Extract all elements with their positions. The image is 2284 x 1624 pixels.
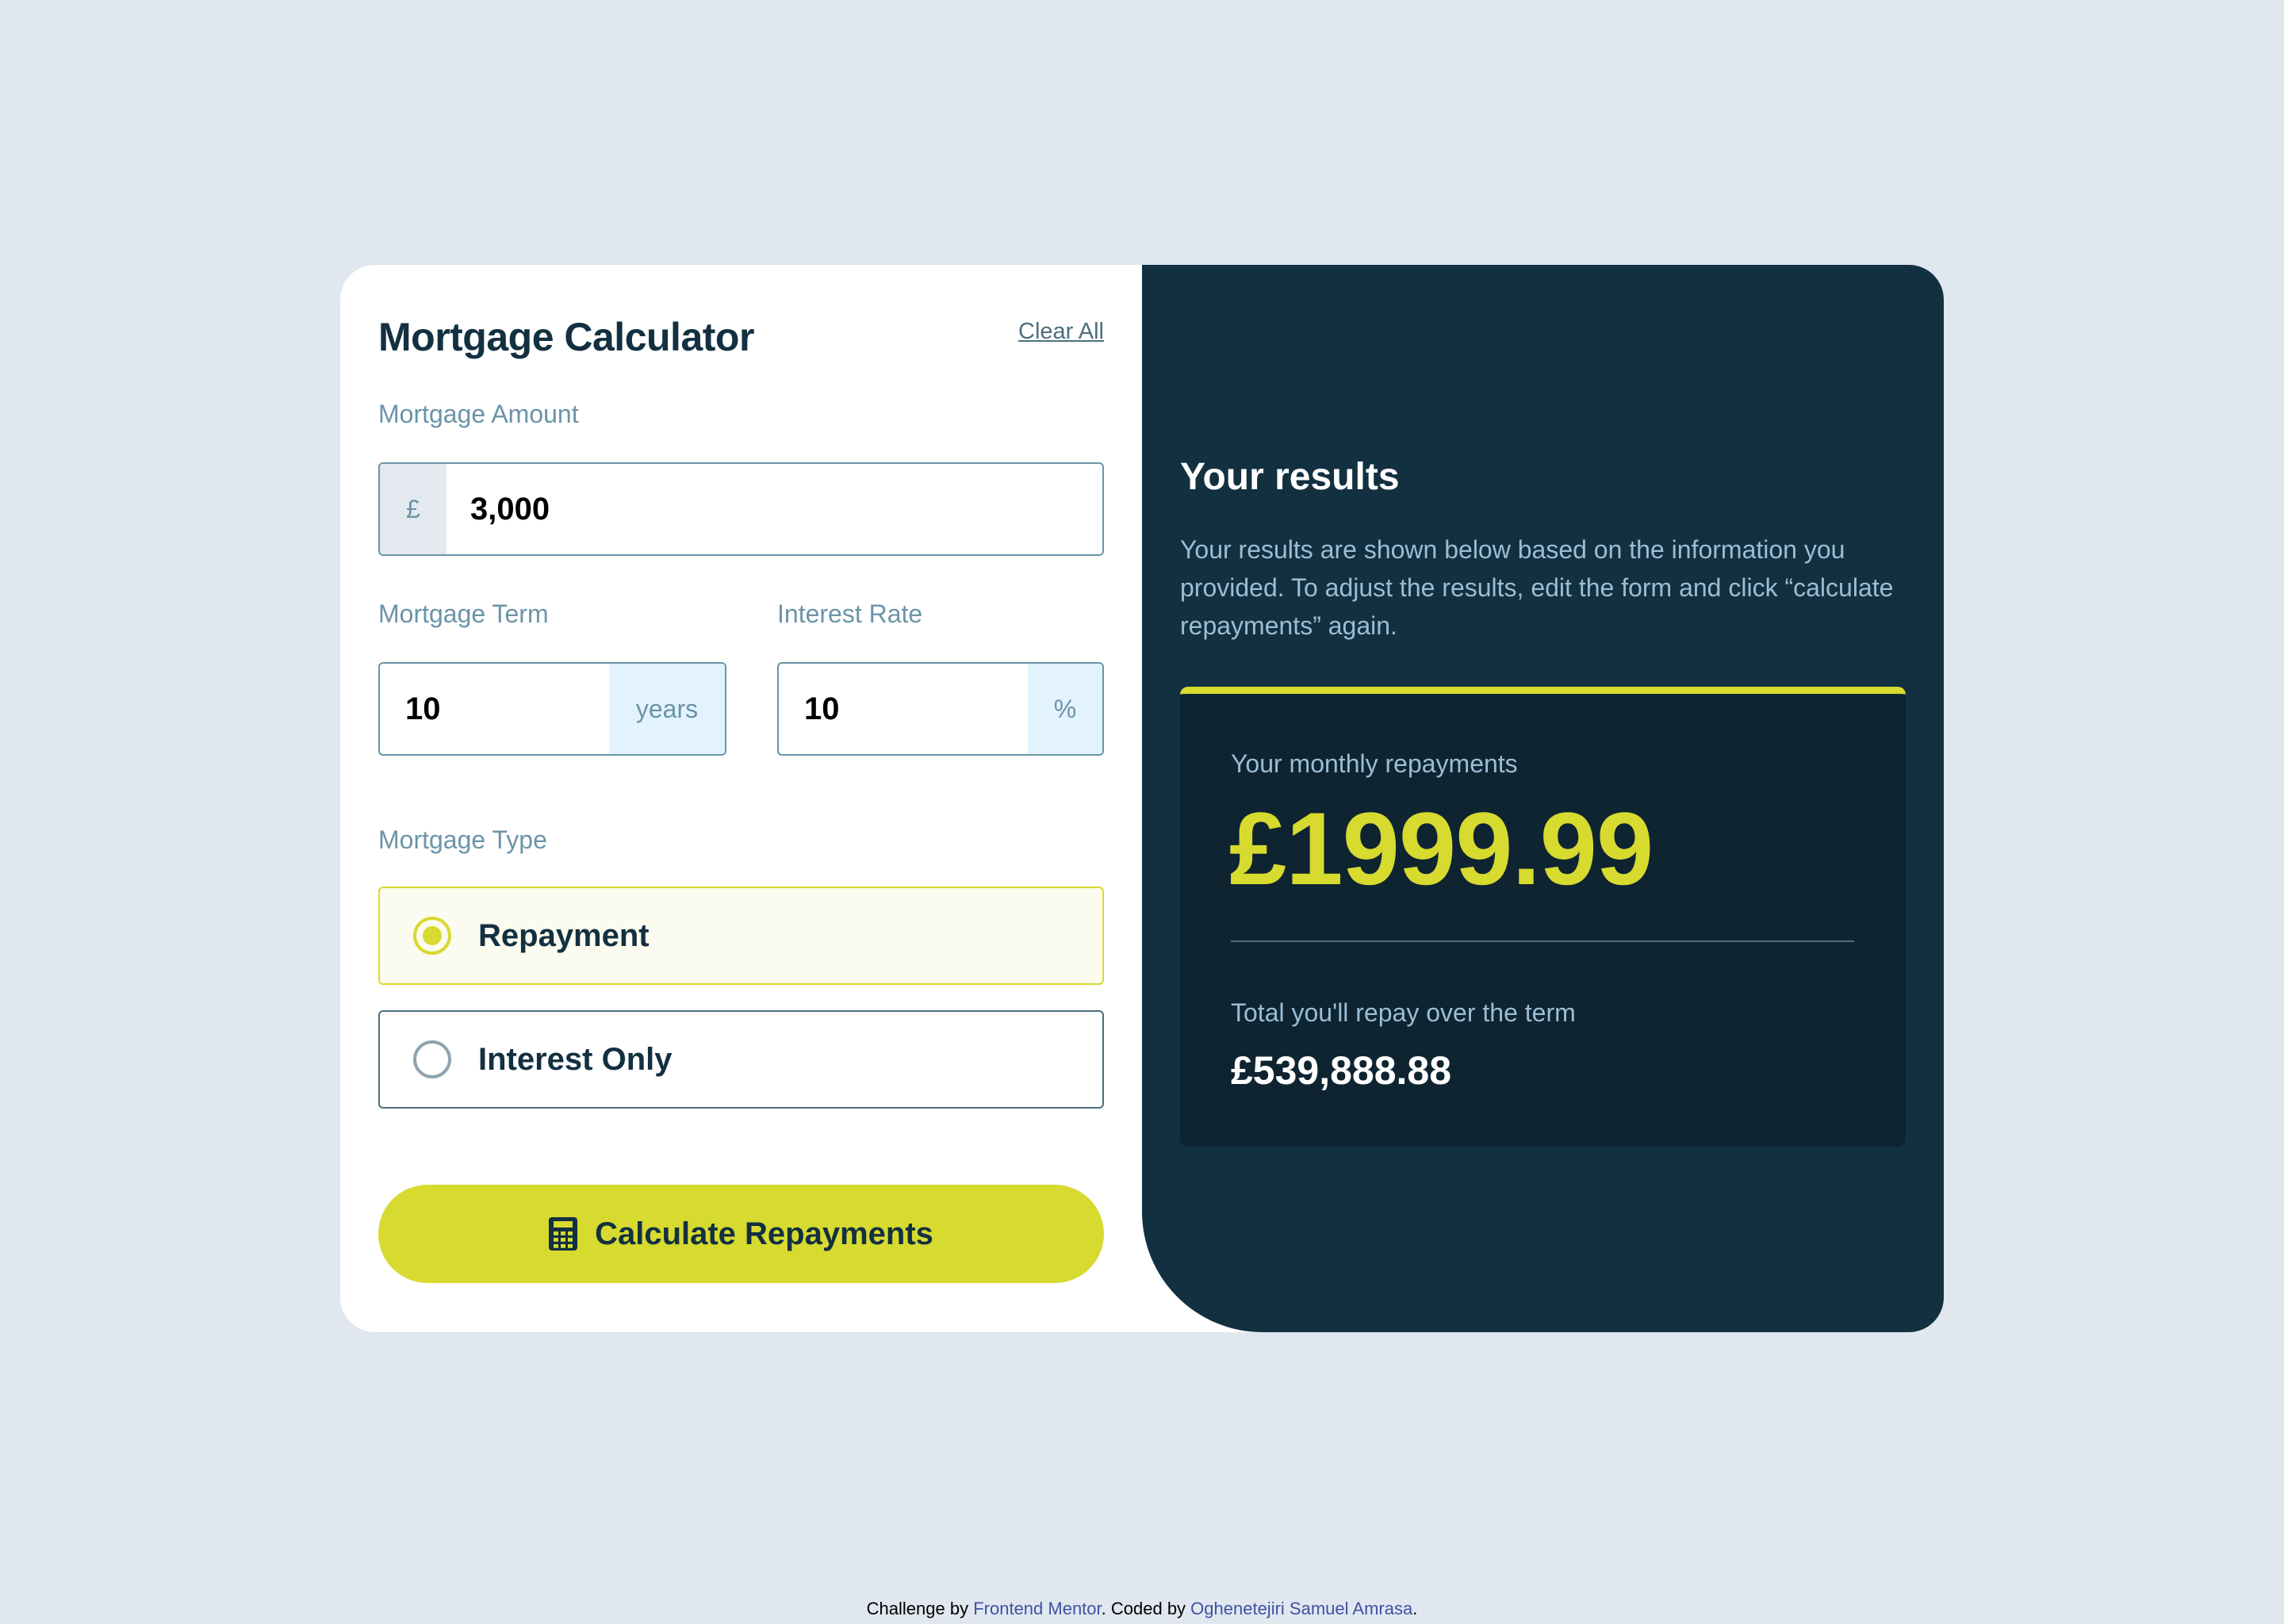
- total-repay-value: £539,888.88: [1231, 1048, 1452, 1093]
- mortgage-amount-field[interactable]: £ 3,000: [378, 462, 1104, 556]
- radio-option-repayment[interactable]: Repayment: [378, 887, 1104, 985]
- radio-checked-icon: [413, 917, 451, 955]
- interest-rate-label: Interest Rate: [777, 599, 923, 628]
- radio-label: Repayment: [478, 917, 650, 953]
- frontend-mentor-link[interactable]: Frontend Mentor: [973, 1599, 1101, 1618]
- mortgage-term-input[interactable]: 10: [380, 664, 609, 754]
- results-summary-card: Your monthly repayments £1999.99 Total y…: [1180, 687, 1906, 1147]
- attribution-footer: Challenge by Frontend Mentor. Coded by O…: [0, 1599, 2284, 1619]
- mortgage-amount-label: Mortgage Amount: [378, 400, 579, 428]
- interest-rate-field[interactable]: 10 %: [777, 662, 1104, 756]
- calculator-icon: [549, 1217, 578, 1251]
- radio-option-interest-only[interactable]: Interest Only: [378, 1010, 1104, 1109]
- mortgage-amount-input[interactable]: 3,000: [446, 464, 1102, 554]
- monthly-repayments-value: £1999.99: [1229, 791, 1654, 906]
- footer-suffix: .: [1412, 1599, 1418, 1618]
- calculator-card: Mortgage Calculator Clear All Mortgage A…: [340, 265, 1944, 1332]
- results-description: Your results are shown below based on th…: [1180, 535, 1894, 640]
- interest-rate-input[interactable]: 10: [779, 664, 1028, 754]
- mortgage-type-label: Mortgage Type: [378, 825, 547, 854]
- form-panel: Mortgage Calculator Clear All Mortgage A…: [340, 265, 1142, 1332]
- mortgage-term-label: Mortgage Term: [378, 599, 549, 628]
- monthly-repayments-label: Your monthly repayments: [1231, 749, 1518, 778]
- rate-suffix: %: [1028, 664, 1102, 754]
- term-suffix: years: [609, 664, 725, 754]
- results-divider: [1231, 940, 1854, 942]
- calculate-repayments-button[interactable]: Calculate Repayments: [378, 1185, 1104, 1283]
- results-title: Your results: [1180, 456, 1400, 498]
- author-link[interactable]: Oghenetejiri Samuel Amrasa: [1190, 1599, 1412, 1618]
- footer-middle: . Coded by: [1101, 1599, 1191, 1618]
- mortgage-term-field[interactable]: 10 years: [378, 662, 726, 756]
- clear-all-button[interactable]: Clear All: [1018, 319, 1104, 345]
- radio-unchecked-icon: [413, 1040, 451, 1078]
- total-repay-label: Total you'll repay over the term: [1231, 998, 1576, 1027]
- calculate-button-label: Calculate Repayments: [595, 1216, 933, 1251]
- footer-prefix: Challenge by: [866, 1599, 974, 1618]
- radio-label: Interest Only: [478, 1041, 673, 1077]
- page-title: Mortgage Calculator: [378, 315, 754, 359]
- currency-prefix: £: [380, 464, 446, 554]
